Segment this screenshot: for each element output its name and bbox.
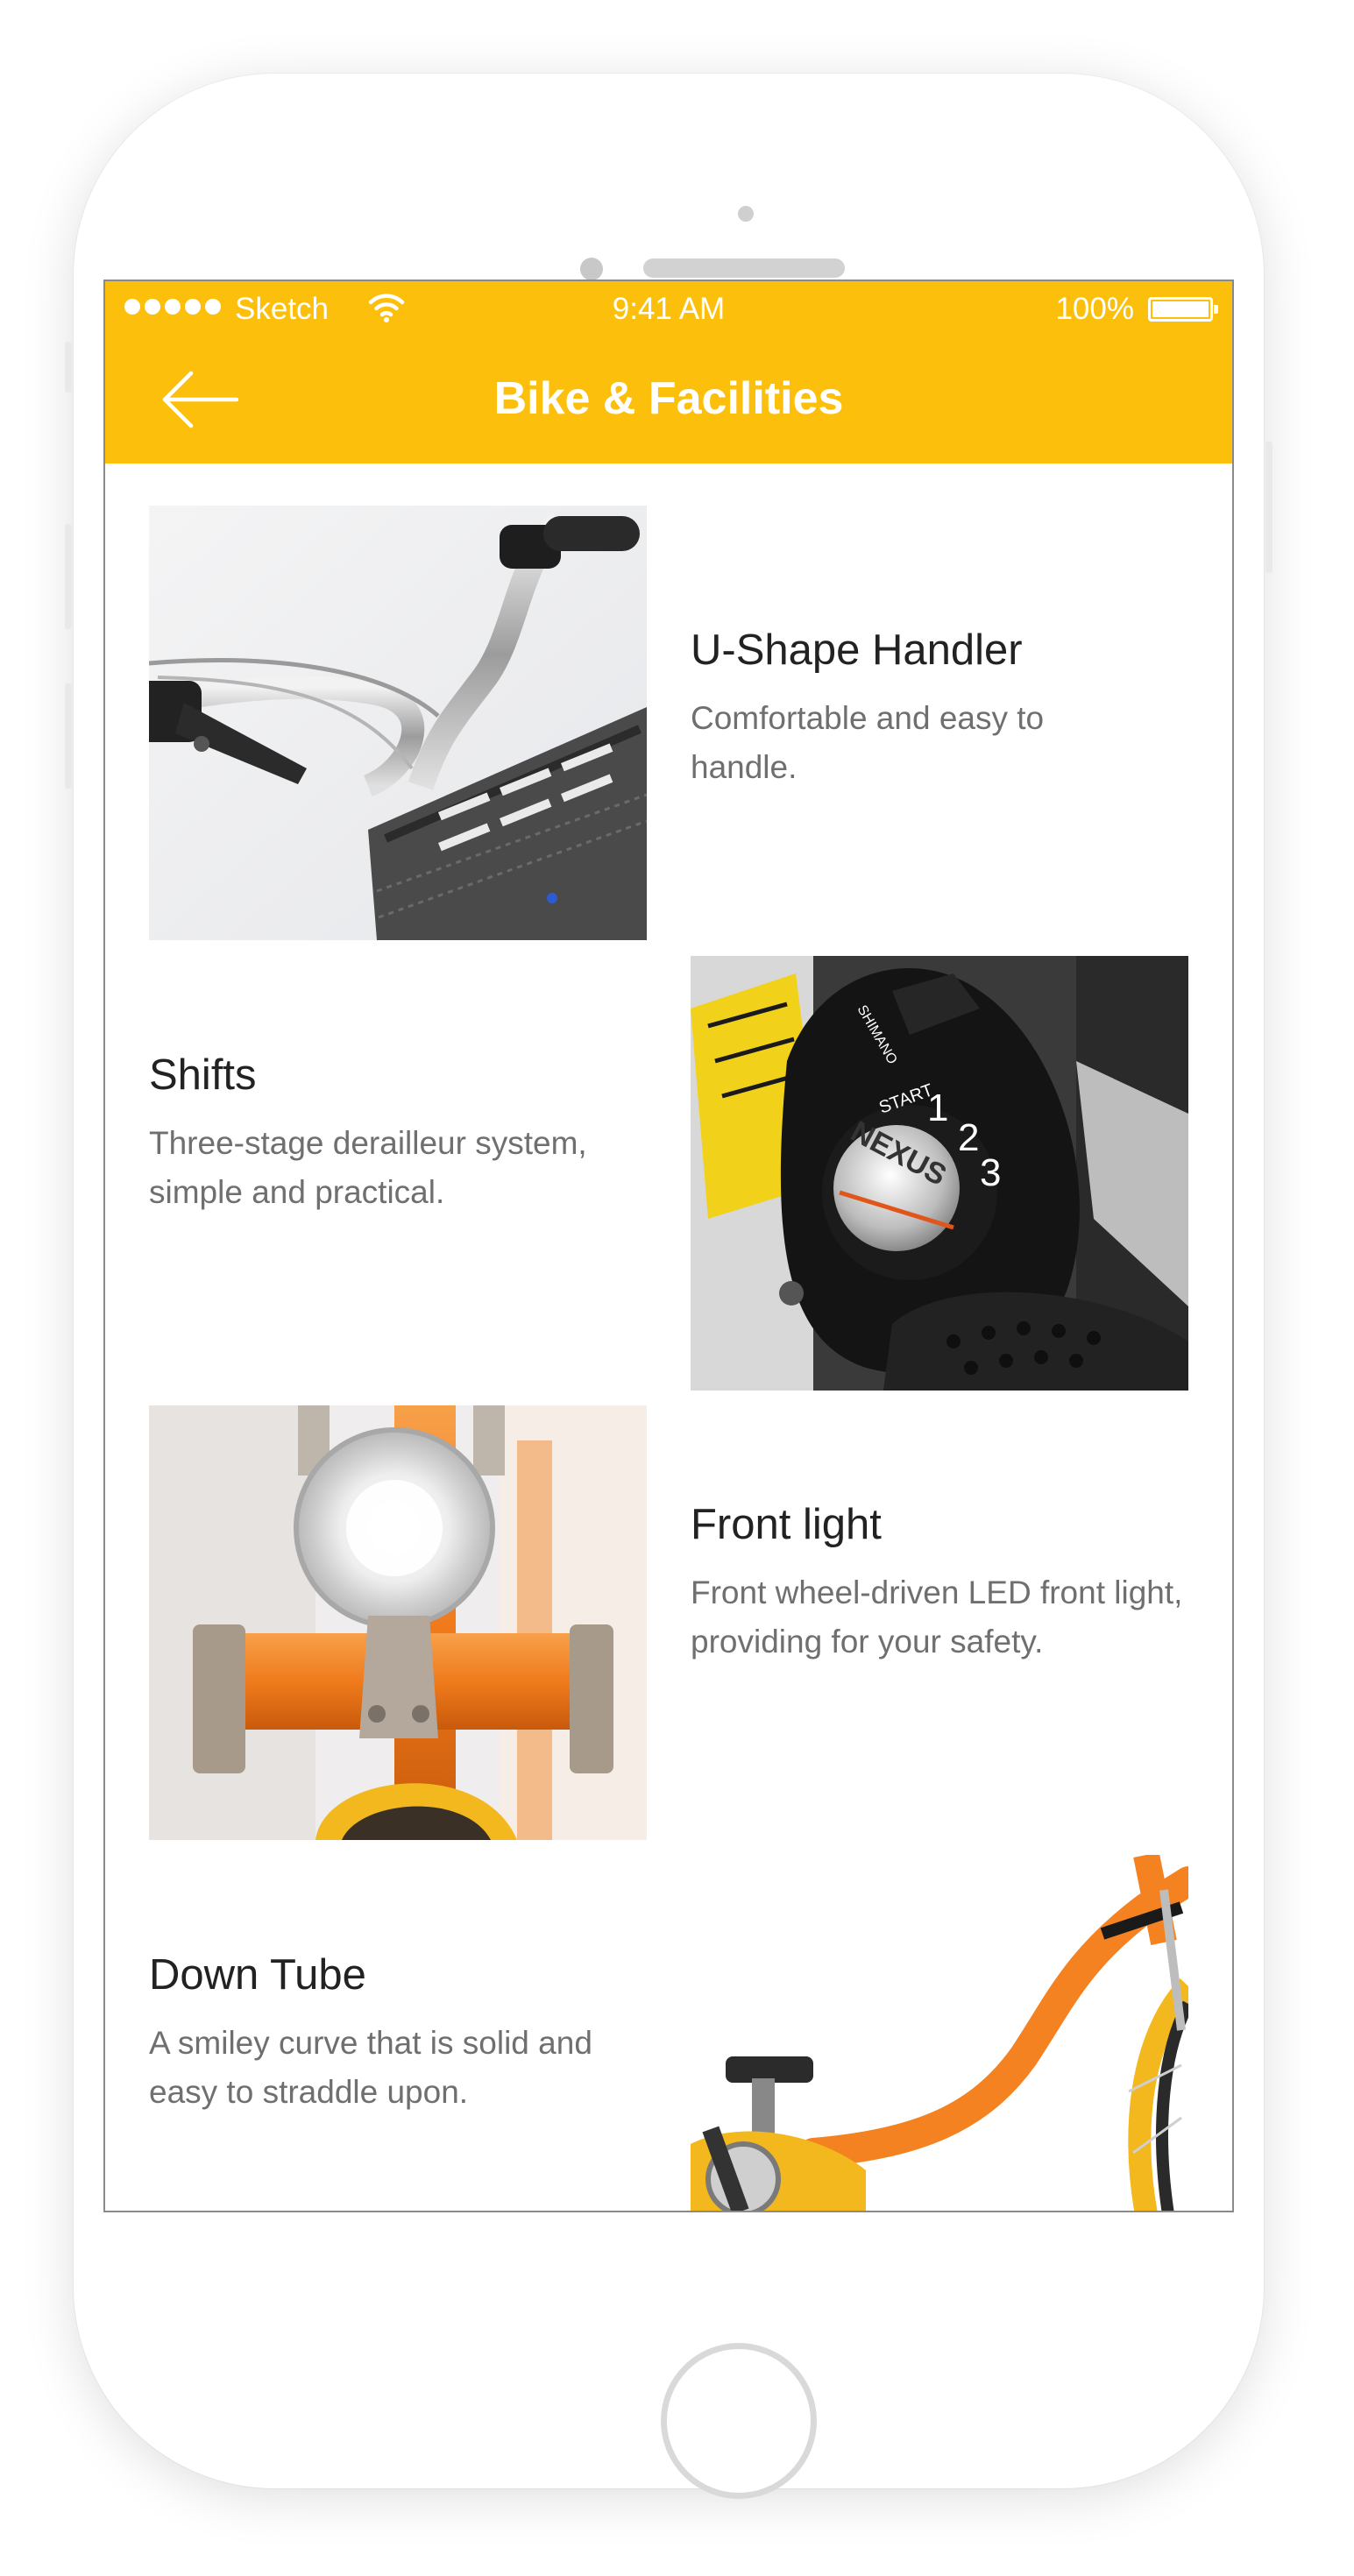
feature-description: Front wheel-driven LED front light, prov…	[691, 1575, 1183, 1660]
status-bar: Sketch 9:41 AM 100%	[105, 281, 1232, 336]
feature-u-shape-handler: U-Shape Handler Comfortable and easy to …	[691, 626, 1216, 792]
feature-description: Comfortable and easy to handle.	[691, 700, 1045, 785]
gear-3-label: 3	[980, 1151, 1001, 1194]
mute-switch	[65, 342, 72, 393]
volume-up-button	[65, 524, 72, 629]
proximity-sensor	[580, 258, 603, 280]
feature-list: U-Shape Handler Comfortable and easy to …	[105, 464, 1232, 2211]
down-tube-image	[691, 1855, 1188, 2211]
volume-down-button	[65, 683, 72, 789]
battery-icon	[1148, 297, 1218, 322]
gear-1-label: 1	[927, 1086, 948, 1129]
feature-description: Three-stage derailleur system, simple an…	[149, 1125, 587, 1210]
feature-title: U-Shape Handler	[691, 626, 1023, 674]
front-light-image	[149, 1405, 647, 1840]
front-camera	[738, 206, 754, 222]
app-screen: Sketch 9:41 AM 100% Bike & Facilities U-…	[103, 280, 1234, 2212]
page-title: Bike & Facilities	[493, 373, 844, 424]
feature-title: Down Tube	[149, 1951, 366, 1999]
home-button[interactable]	[661, 2343, 817, 2499]
feature-title: Shifts	[149, 1051, 257, 1099]
handlebar-image	[149, 506, 647, 940]
navigation-bar: Bike & Facilities	[105, 336, 1232, 464]
shifter-image: NEXUS START 1 2 3 SHIMANO	[691, 956, 1188, 1391]
feature-front-light: Front light Front wheel-driven LED front…	[691, 1500, 1216, 1667]
feature-shifts: Shifts Three-stage derailleur system, si…	[149, 1051, 675, 1217]
feature-description: A smiley curve that is solid and easy to…	[149, 2025, 592, 2110]
battery-percentage: 100%	[1055, 292, 1134, 326]
earpiece-speaker	[643, 258, 845, 278]
feature-down-tube: Down Tube A smiley curve that is solid a…	[149, 1950, 675, 2117]
feature-title: Front light	[691, 1501, 882, 1548]
power-button	[1265, 442, 1272, 573]
gear-2-label: 2	[958, 1116, 979, 1159]
